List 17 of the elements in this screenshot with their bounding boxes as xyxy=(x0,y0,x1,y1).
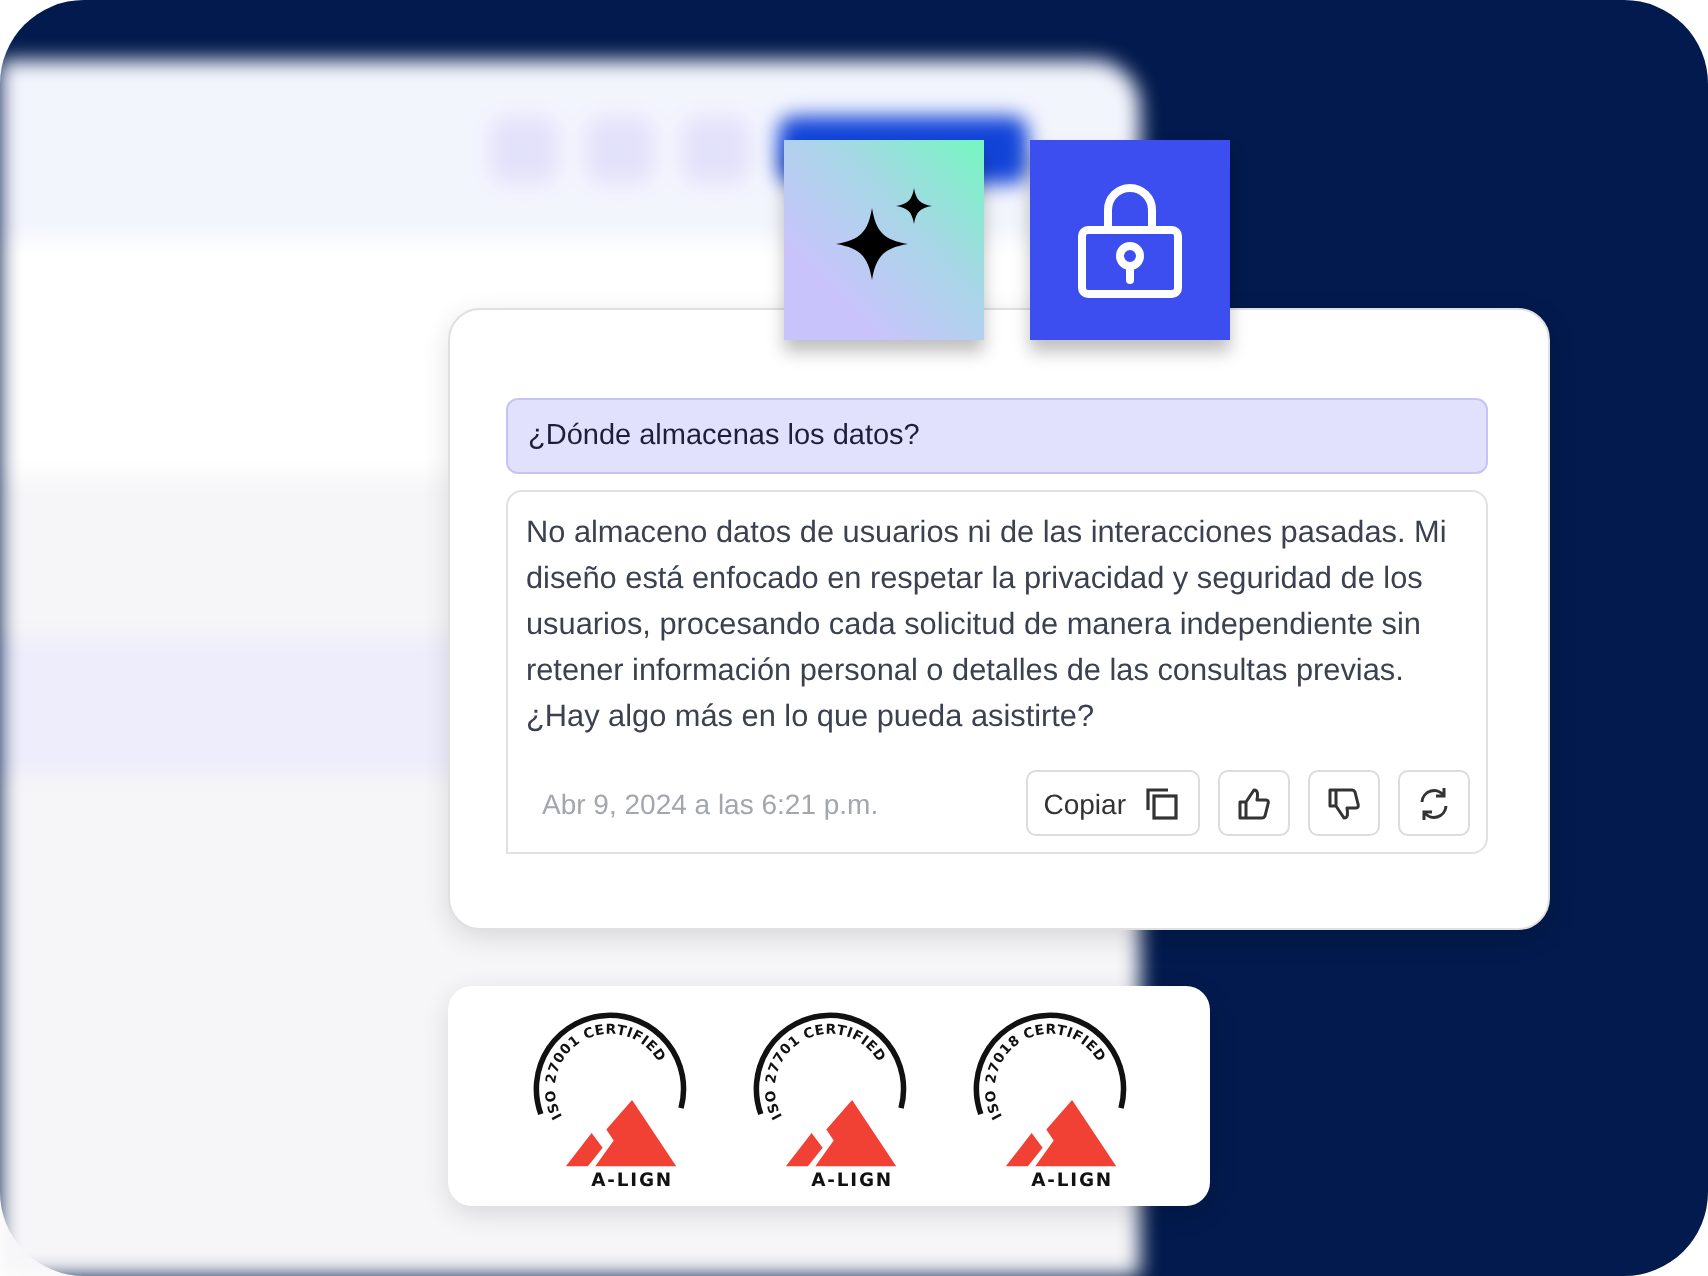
brand-label: A-LIGN xyxy=(590,1170,673,1192)
refresh-button[interactable] xyxy=(1398,770,1470,836)
thumbs-down-button[interactable] xyxy=(1308,770,1380,836)
answer-text: No almaceno datos de usuarios ni de las interacciones pasadas. Mi diseño está enfocado en respetar la privacidad y seguridad de los usuarios, procesando cada solicitud de manera independiente sin retener información personal o detalles de las consultas previas. ¿Hay algo más en lo que pueda asistirte? xyxy=(526,514,1449,738)
copy-button[interactable]: Copiar xyxy=(1025,770,1200,836)
thumbs-up-button[interactable] xyxy=(1218,770,1290,836)
triangle-logo-icon xyxy=(1004,1100,1116,1167)
brand-label: A-LIGN xyxy=(1030,1170,1113,1192)
lock-icon xyxy=(1076,182,1184,298)
question-bubble: ¿Dónde almacenas los datos? xyxy=(506,398,1488,474)
thumbs-up-icon xyxy=(1234,783,1274,823)
brand-label: A-LIGN xyxy=(810,1170,893,1192)
thumbs-down-icon xyxy=(1324,783,1364,823)
triangle-logo-icon xyxy=(564,1100,676,1167)
timestamp: Abr 9, 2024 a las 6:21 p.m. xyxy=(542,787,879,819)
copy-icon xyxy=(1142,783,1182,823)
triangle-logo-icon xyxy=(784,1100,896,1167)
